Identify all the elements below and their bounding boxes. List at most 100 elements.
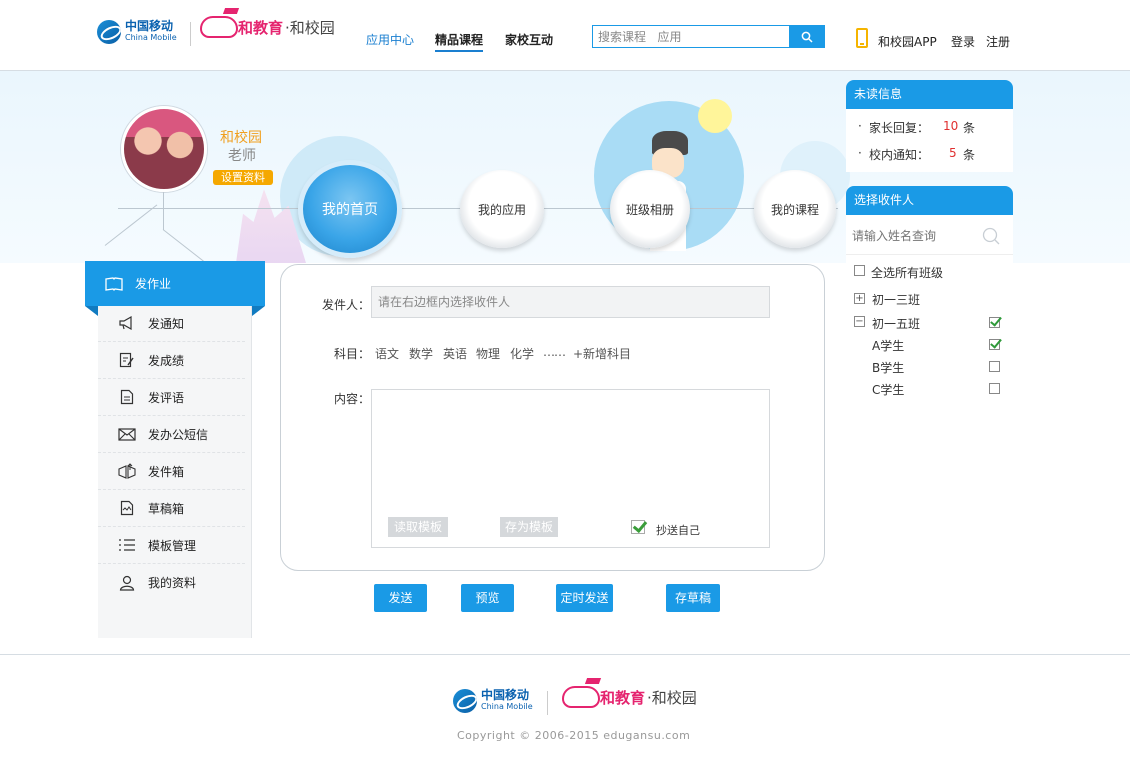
brand-zh: 中国移动: [481, 688, 530, 702]
product-name-a: 和教育: [600, 689, 646, 707]
sidebar-item-templates[interactable]: 模板管理: [98, 527, 245, 564]
mobile-phone-icon: [856, 28, 868, 48]
sidebar-item-notice[interactable]: 发通知: [98, 305, 245, 342]
sidebar-item-label: 模板管理: [148, 538, 197, 553]
china-mobile-logo[interactable]: 中国移动 China Mobile: [97, 20, 177, 44]
hejiaoyu-logo[interactable]: 和教育 ·和校园: [200, 16, 335, 38]
cc-self-checkbox[interactable]: [631, 520, 645, 534]
subject-math[interactable]: 数学: [409, 345, 433, 362]
china-mobile-logo-icon: [453, 689, 477, 713]
save-draft-button[interactable]: 存草稿: [666, 584, 720, 612]
recipient-field[interactable]: [371, 286, 770, 318]
register-link[interactable]: 注册: [986, 33, 1010, 50]
send-button[interactable]: 发送: [374, 584, 427, 612]
student-name[interactable]: B学生: [872, 359, 904, 376]
megaphone-icon: [118, 315, 136, 331]
top-header: 中国移动 China Mobile 和教育 ·和校园 应用中心 精品课程 家校互…: [0, 0, 1130, 71]
sidebar-item-comments[interactable]: 发评语: [98, 379, 245, 416]
save-template-button[interactable]: 存为模板: [500, 517, 558, 537]
read-template-button[interactable]: 读取模板: [388, 517, 448, 537]
bullet: ·: [858, 119, 862, 133]
select-all-checkbox[interactable]: [854, 265, 865, 276]
user-role: 老师: [228, 148, 256, 164]
sidebar-item-office-sms[interactable]: 发办公短信: [98, 416, 245, 453]
student-checkbox[interactable]: [989, 361, 1000, 372]
product-name-b: ·和校园: [285, 19, 335, 37]
user-icon: [118, 575, 136, 591]
expand-class-toggle[interactable]: +: [854, 293, 865, 304]
nav-featured-courses[interactable]: 精品课程: [435, 31, 484, 52]
parent-reply-count[interactable]: 10: [943, 119, 958, 133]
recipient-search-input[interactable]: [852, 225, 977, 247]
preview-button[interactable]: 预览: [461, 584, 514, 612]
footer: [0, 654, 1130, 769]
cloud-cap-icon: [200, 16, 238, 38]
sidebar-item-outbox[interactable]: 发件箱: [98, 453, 245, 490]
sidebar-item-drafts[interactable]: 草稿箱: [98, 490, 245, 527]
app-download-link[interactable]: 和校园APP: [878, 33, 937, 50]
subject-chemistry[interactable]: 化学: [510, 345, 534, 362]
sidebar-item-homework[interactable]: 发作业: [85, 261, 265, 316]
sidebar-item-label: 我的资料: [148, 576, 197, 590]
profile-settings-button[interactable]: 设置资料: [213, 170, 273, 185]
student-name[interactable]: C学生: [872, 381, 904, 398]
search-icon: [801, 31, 813, 43]
brand-en: China Mobile: [481, 702, 533, 711]
subject-more[interactable]: ……: [543, 345, 566, 359]
subject-physics[interactable]: 物理: [476, 345, 500, 362]
sidebar-item-scores[interactable]: 发成绩: [98, 342, 245, 379]
subject-chinese[interactable]: 语文: [375, 345, 399, 362]
recipient-title: 选择收件人: [846, 186, 1013, 215]
sidebar-item-label: 发评语: [148, 390, 185, 405]
unread-title: 未读信息: [846, 80, 1013, 109]
sidebar-item-label: 发件箱: [148, 464, 185, 479]
nav-home-school[interactable]: 家校互动: [505, 31, 553, 48]
user-avatar[interactable]: [121, 106, 207, 192]
search-button[interactable]: [789, 25, 825, 48]
class-checkbox[interactable]: [989, 317, 1000, 328]
sun-icon: [698, 99, 732, 133]
bullet: ·: [858, 146, 862, 160]
nav-app-center[interactable]: 应用中心: [366, 31, 414, 48]
school-notice-count[interactable]: 5: [949, 146, 957, 160]
sidebar-item-label: 发成绩: [148, 353, 185, 368]
sidebar-item-profile[interactable]: 我的资料: [98, 564, 245, 601]
logo-divider: [190, 22, 191, 46]
cc-self-label: 抄送自己: [656, 524, 700, 537]
circle-my-home[interactable]: 我的首页: [298, 160, 402, 258]
collapse-class-toggle[interactable]: −: [854, 316, 865, 327]
copyright-text: Copyright © 2006-2015 edugansu.com: [457, 729, 691, 742]
sidebar-item-label: 发通知: [148, 316, 185, 331]
school-notice-label: 校内通知：: [869, 148, 930, 162]
scheduled-send-button[interactable]: 定时发送: [556, 584, 613, 612]
parent-reply-label: 家长回复：: [869, 121, 930, 135]
student-name[interactable]: A学生: [872, 337, 904, 354]
class-name[interactable]: 初一五班: [872, 315, 920, 332]
circle-class-album[interactable]: 班级相册: [610, 170, 690, 248]
circle-my-apps[interactable]: 我的应用: [460, 170, 544, 248]
subject-english[interactable]: 英语: [443, 345, 467, 362]
parent-reply-unit: 条: [963, 121, 976, 135]
search-box: [592, 25, 825, 48]
select-all-label: 全选所有班级: [871, 266, 944, 280]
student-checkbox[interactable]: [989, 339, 1000, 350]
draft-icon: [118, 500, 136, 516]
footer-china-mobile-logo: 中国移动 China Mobile: [453, 689, 533, 713]
product-name-b: ·和校园: [647, 689, 697, 707]
student-checkbox[interactable]: [989, 383, 1000, 394]
edit-score-icon: [118, 352, 136, 368]
product-name-a: 和教育: [238, 19, 284, 37]
list-icon: [118, 537, 136, 553]
add-subject-link[interactable]: +新增科目: [573, 345, 631, 362]
login-link[interactable]: 登录: [951, 33, 975, 50]
content-label: 内容：: [334, 392, 371, 406]
class-name[interactable]: 初一三班: [872, 291, 920, 308]
book-icon: [105, 276, 123, 292]
sender-label: 发件人：: [322, 298, 371, 312]
search-icon[interactable]: [982, 227, 1000, 245]
user-name: 和校园: [220, 130, 262, 146]
divider: [846, 254, 1013, 255]
tree-line: [163, 192, 164, 230]
circle-my-courses[interactable]: 我的课程: [754, 170, 836, 248]
search-input[interactable]: [593, 26, 789, 47]
